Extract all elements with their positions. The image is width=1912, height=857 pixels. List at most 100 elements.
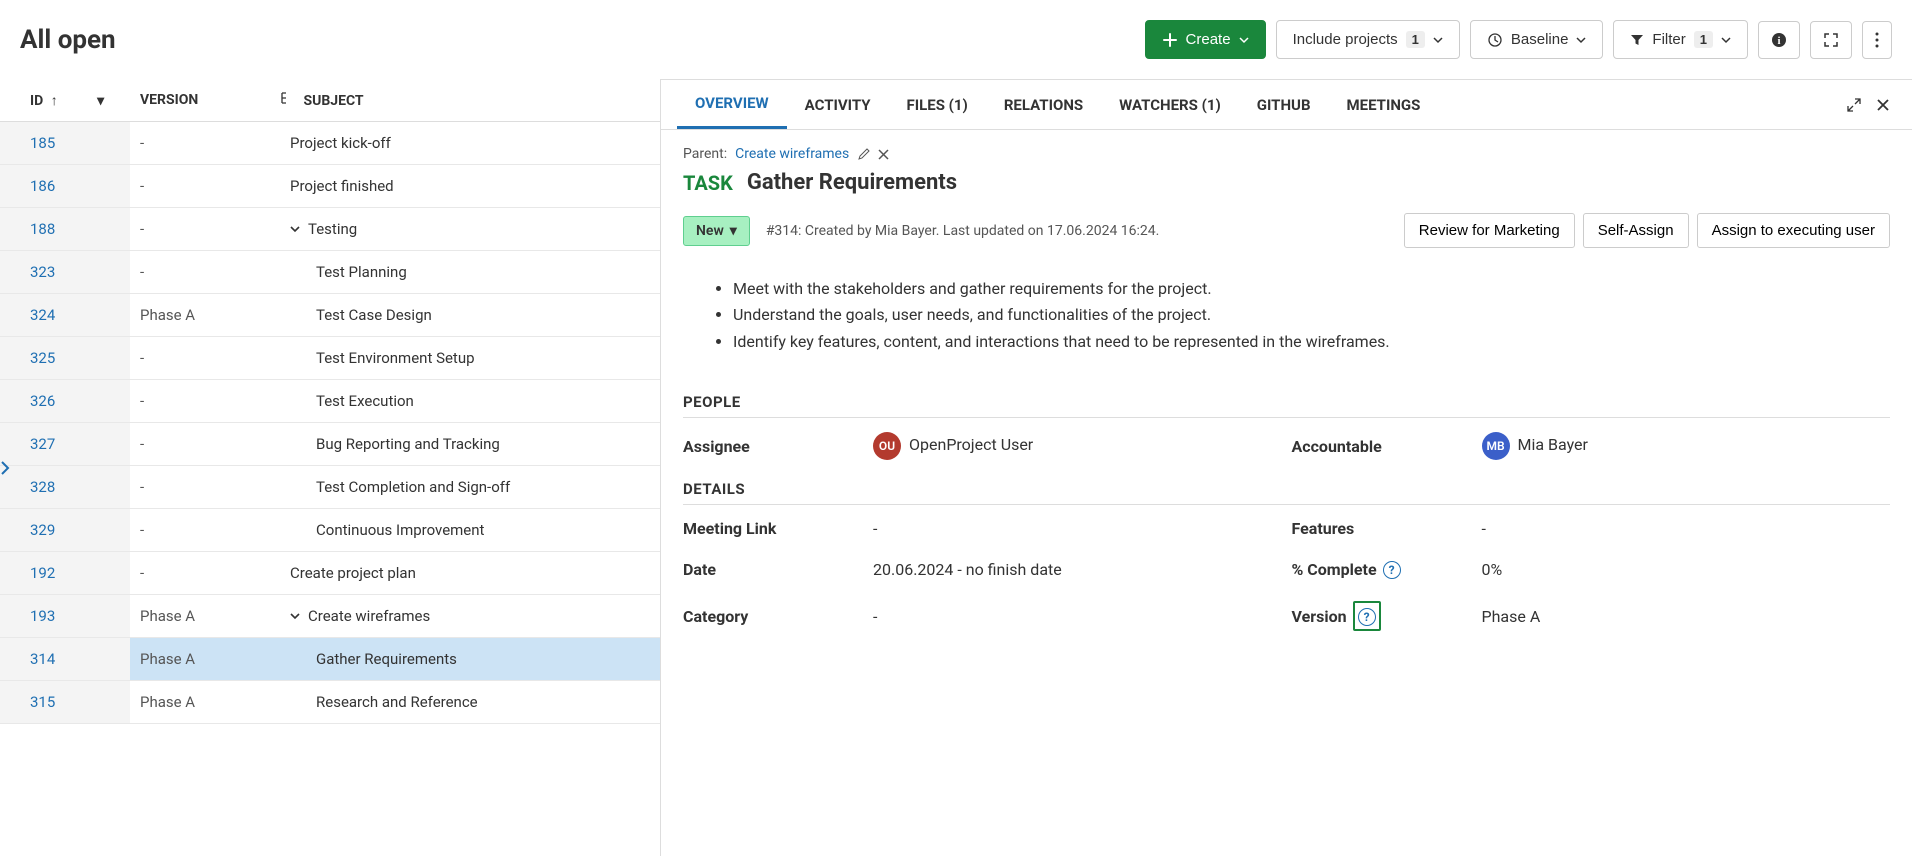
work-package-type[interactable]: TASK [683, 171, 733, 195]
row-subject[interactable]: Project kick-off [270, 122, 660, 165]
chevron-down-icon [1239, 35, 1249, 45]
row-subject[interactable]: Testing [270, 208, 660, 251]
tab-overview[interactable]: OVERVIEW [677, 80, 787, 129]
table-row[interactable]: 326-Test Execution [0, 380, 660, 423]
baseline-button[interactable]: Baseline [1470, 20, 1604, 59]
row-id[interactable]: 326 [0, 380, 130, 423]
table-row[interactable]: 193Phase ACreate wireframes [0, 595, 660, 638]
avatar: MB [1482, 432, 1510, 460]
tab-activity[interactable]: ACTIVITY [787, 82, 889, 128]
table-row[interactable]: 314Phase AGather Requirements [0, 638, 660, 681]
category-label: Category [683, 607, 863, 626]
accountable-value[interactable]: MBMia Bayer [1482, 432, 1891, 460]
chevron-down-icon [1576, 35, 1586, 45]
row-subject[interactable]: Bug Reporting and Tracking [270, 423, 660, 466]
row-subject[interactable]: Test Completion and Sign-off [270, 466, 660, 509]
row-id[interactable]: 192 [0, 552, 130, 595]
close-icon[interactable] [1876, 98, 1890, 112]
table-row[interactable]: 323-Test Planning [0, 251, 660, 294]
plus-icon [1162, 32, 1178, 48]
row-id[interactable]: 315 [0, 681, 130, 724]
filter-button[interactable]: Filter 1 [1613, 20, 1748, 59]
more-button[interactable] [1862, 21, 1892, 59]
assign-executing-button[interactable]: Assign to executing user [1697, 213, 1890, 248]
status-selector[interactable]: New ▾ [683, 216, 750, 246]
chevron-down-icon[interactable] [290, 611, 300, 621]
table-row[interactable]: 192-Create project plan [0, 552, 660, 595]
tab-meetings[interactable]: MEETINGS [1329, 82, 1439, 128]
row-id[interactable]: 185 [0, 122, 130, 165]
version-value[interactable]: Phase A [1482, 607, 1891, 626]
row-id[interactable]: 188 [0, 208, 130, 251]
table-row[interactable]: 185-Project kick-off [0, 122, 660, 165]
date-label: Date [683, 560, 863, 579]
self-assign-button[interactable]: Self-Assign [1583, 213, 1689, 248]
assignee-value[interactable]: OUOpenProject User [873, 432, 1282, 460]
meeting-link-value[interactable]: - [873, 519, 1282, 538]
expand-fullscreen-icon[interactable] [1846, 97, 1862, 113]
row-version: - [130, 509, 270, 552]
svg-text:i: i [1777, 35, 1780, 47]
table-row[interactable]: 329-Continuous Improvement [0, 509, 660, 552]
work-package-title[interactable]: Gather Requirements [747, 170, 957, 195]
row-subject[interactable]: Create wireframes [270, 595, 660, 638]
table-row[interactable]: 325-Test Environment Setup [0, 337, 660, 380]
create-button[interactable]: Create [1145, 20, 1266, 59]
details-heading: DETAILS [683, 480, 1890, 505]
tab-watchers[interactable]: WATCHERS (1) [1101, 82, 1239, 128]
features-value[interactable]: - [1482, 519, 1891, 538]
date-value[interactable]: 20.06.2024 - no finish date [873, 560, 1282, 579]
include-projects-button[interactable]: Include projects 1 [1276, 20, 1460, 59]
row-id[interactable]: 324 [0, 294, 130, 337]
row-id[interactable]: 327 [0, 423, 130, 466]
help-icon[interactable]: ? [1358, 608, 1376, 626]
edit-icon[interactable] [857, 148, 870, 161]
row-id[interactable]: 186 [0, 165, 130, 208]
col-header-version[interactable]: VERSION [130, 79, 270, 122]
row-id[interactable]: 323 [0, 251, 130, 294]
tab-files[interactable]: FILES (1) [889, 82, 986, 128]
info-button[interactable]: i [1758, 21, 1800, 59]
chevron-down-icon[interactable] [290, 224, 300, 234]
meeting-link-label: Meeting Link [683, 519, 863, 538]
table-row[interactable]: 315Phase AResearch and Reference [0, 681, 660, 724]
table-row[interactable]: 186-Project finished [0, 165, 660, 208]
row-id[interactable]: 193 [0, 595, 130, 638]
description[interactable]: Meet with the stakeholders and gather re… [733, 278, 1890, 353]
col-header-id[interactable]: ID ↑ ▾ [0, 79, 130, 122]
row-id[interactable]: 328 [0, 466, 130, 509]
avatar: OU [873, 432, 901, 460]
category-value[interactable]: - [873, 607, 1282, 626]
include-projects-label: Include projects [1293, 31, 1398, 48]
row-subject[interactable]: Test Environment Setup [270, 337, 660, 380]
chevron-down-icon[interactable]: ▾ [97, 93, 104, 109]
row-subject[interactable]: Continuous Improvement [270, 509, 660, 552]
close-icon[interactable] [878, 149, 889, 160]
row-subject[interactable]: Project finished [270, 165, 660, 208]
table-row[interactable]: 188-Testing [0, 208, 660, 251]
table-row[interactable]: 324Phase ATest Case Design [0, 294, 660, 337]
row-subject[interactable]: Test Planning [270, 251, 660, 294]
review-button[interactable]: Review for Marketing [1404, 213, 1575, 248]
percent-complete-value[interactable]: 0% [1482, 560, 1891, 579]
row-id[interactable]: 329 [0, 509, 130, 552]
col-header-subject[interactable]: SUBJECT [270, 79, 660, 122]
row-id[interactable]: 314 [0, 638, 130, 681]
row-subject[interactable]: Create project plan [270, 552, 660, 595]
row-subject[interactable]: Research and Reference [270, 681, 660, 724]
row-subject[interactable]: Gather Requirements [270, 638, 660, 681]
page-title: All open [20, 25, 116, 55]
parent-label: Parent: [683, 146, 727, 162]
expand-sidebar-toggle[interactable] [0, 460, 10, 476]
chevron-down-icon [1721, 35, 1731, 45]
row-subject[interactable]: Test Case Design [270, 294, 660, 337]
tab-relations[interactable]: RELATIONS [986, 82, 1101, 128]
row-subject[interactable]: Test Execution [270, 380, 660, 423]
table-row[interactable]: 327-Bug Reporting and Tracking [0, 423, 660, 466]
row-id[interactable]: 325 [0, 337, 130, 380]
tab-github[interactable]: GITHUB [1239, 82, 1329, 128]
parent-link[interactable]: Create wireframes [735, 146, 849, 162]
help-icon[interactable]: ? [1383, 561, 1401, 579]
fullscreen-button[interactable] [1810, 21, 1852, 59]
table-row[interactable]: 328-Test Completion and Sign-off [0, 466, 660, 509]
